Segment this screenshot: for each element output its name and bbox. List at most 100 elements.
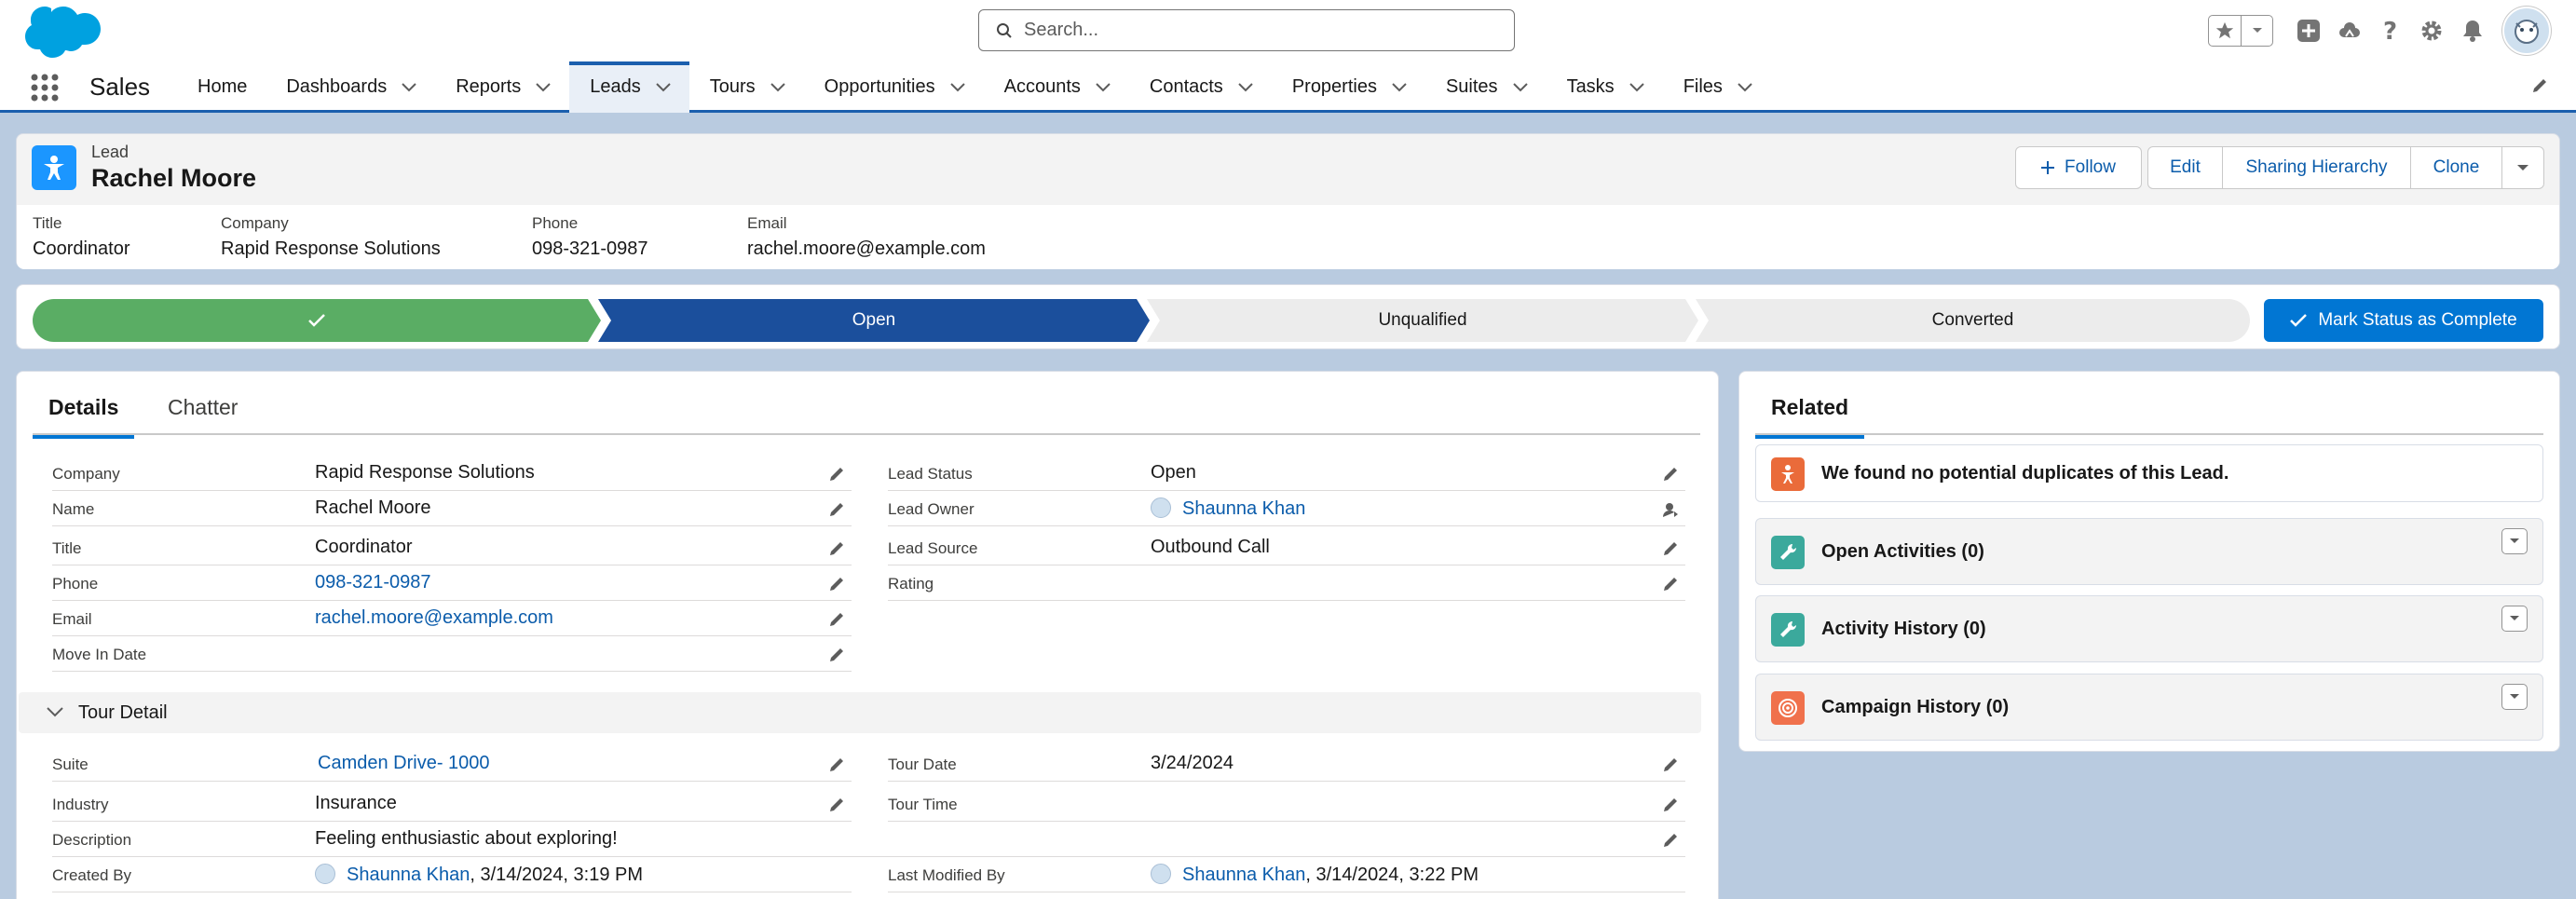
edit-button[interactable]: Edit bbox=[2147, 146, 2224, 189]
global-add-icon[interactable] bbox=[2288, 10, 2329, 51]
email-link[interactable]: rachel.moore@example.com bbox=[747, 238, 986, 260]
pencil-icon[interactable] bbox=[827, 575, 846, 593]
pencil-icon[interactable] bbox=[827, 465, 846, 484]
tab-related[interactable]: Related bbox=[1754, 395, 1865, 439]
change-owner-icon[interactable] bbox=[1661, 500, 1680, 519]
nav-item-label: Dashboards bbox=[286, 76, 388, 97]
path-stage-complete[interactable] bbox=[33, 299, 601, 342]
phone-link[interactable]: 098-321-0987 bbox=[532, 238, 648, 260]
chevron-down-icon[interactable] bbox=[1512, 76, 1528, 98]
pencil-icon[interactable] bbox=[827, 796, 846, 814]
path-stage-converted[interactable]: Converted bbox=[1696, 299, 2250, 342]
chevron-down-icon[interactable] bbox=[656, 76, 671, 98]
notifications-bell-icon[interactable] bbox=[2452, 10, 2493, 51]
field-value: Rapid Response Solutions bbox=[315, 462, 535, 483]
help-icon[interactable]: ? bbox=[2370, 10, 2411, 51]
nav-item-accounts[interactable]: Accounts bbox=[984, 61, 1129, 113]
chevron-down-icon[interactable] bbox=[1238, 76, 1253, 98]
nav-item-contacts[interactable]: Contacts bbox=[1129, 61, 1272, 113]
path-stage-open[interactable]: Open bbox=[598, 299, 1150, 342]
related-list-title[interactable]: Activity History (0) bbox=[1821, 619, 1986, 640]
pencil-icon[interactable] bbox=[827, 610, 846, 629]
chevron-down-icon[interactable] bbox=[1738, 76, 1752, 98]
field-last-modified-by: Last Modified By Shaunna Khan, 3/14/2024… bbox=[888, 857, 1685, 892]
field-lead-owner: Lead Owner Shaunna Khan bbox=[888, 491, 1685, 526]
app-launcher-icon[interactable] bbox=[30, 73, 60, 102]
modified-date: , 3/14/2024, 3:22 PM bbox=[1305, 865, 1479, 885]
pencil-icon[interactable] bbox=[1661, 831, 1680, 850]
global-header: ? bbox=[0, 0, 2576, 61]
chevron-down-icon[interactable] bbox=[1392, 76, 1407, 98]
phone-link[interactable]: 098-321-0987 bbox=[315, 572, 431, 593]
tab-chatter[interactable]: Chatter bbox=[168, 395, 238, 420]
global-search[interactable] bbox=[978, 9, 1515, 51]
chevron-down-icon[interactable] bbox=[949, 76, 965, 98]
pencil-icon[interactable] bbox=[1661, 575, 1680, 593]
more-actions-button[interactable] bbox=[2501, 146, 2544, 189]
edit-nav-pencil-icon[interactable] bbox=[2530, 76, 2549, 100]
favorites-star-icon[interactable] bbox=[2209, 16, 2241, 46]
follow-button[interactable]: Follow bbox=[2014, 146, 2142, 189]
pencil-icon[interactable] bbox=[827, 500, 846, 519]
chevron-down-icon[interactable] bbox=[1629, 76, 1644, 98]
email-link[interactable]: rachel.moore@example.com bbox=[315, 607, 553, 629]
field-label: Rating bbox=[888, 575, 934, 593]
nav-item-home[interactable]: Home bbox=[177, 61, 266, 113]
pencil-icon[interactable] bbox=[827, 756, 846, 774]
path-stage-unqualified[interactable]: Unqualified bbox=[1147, 299, 1698, 342]
nav-item-tours[interactable]: Tours bbox=[689, 61, 804, 113]
pencil-icon[interactable] bbox=[1661, 756, 1680, 774]
nav-item-suites[interactable]: Suites bbox=[1425, 61, 1547, 113]
setup-gear-icon[interactable] bbox=[2411, 10, 2452, 51]
dropdown-icon[interactable] bbox=[2501, 684, 2528, 710]
pencil-icon[interactable] bbox=[1661, 465, 1680, 484]
field-label: Move In Date bbox=[52, 646, 147, 663]
creator-link[interactable]: Shaunna Khan bbox=[347, 865, 470, 885]
duplicates-card: We found no potential duplicates of this… bbox=[1755, 444, 2543, 502]
nav-item-files[interactable]: Files bbox=[1663, 61, 1771, 113]
nav-item-properties[interactable]: Properties bbox=[1272, 61, 1425, 113]
dropdown-icon[interactable] bbox=[2501, 528, 2528, 554]
trailhead-icon[interactable] bbox=[2329, 10, 2370, 51]
modifier-link[interactable]: Shaunna Khan bbox=[1182, 865, 1305, 885]
field-tour-date: Tour Date 3/24/2024 bbox=[888, 746, 1685, 782]
related-list-title[interactable]: Campaign History (0) bbox=[1821, 697, 2009, 718]
nav-item-dashboards[interactable]: Dashboards bbox=[266, 61, 435, 113]
nav-item-tasks[interactable]: Tasks bbox=[1547, 61, 1663, 113]
pencil-icon[interactable] bbox=[827, 539, 846, 558]
field-label: Tour Date bbox=[888, 756, 957, 773]
related-card: Related We found no potential duplicates… bbox=[1738, 371, 2560, 752]
search-input[interactable] bbox=[1024, 20, 1471, 41]
chevron-down-icon bbox=[47, 707, 63, 717]
user-avatar[interactable] bbox=[2502, 7, 2551, 55]
nav-item-label: Accounts bbox=[1003, 76, 1081, 97]
field-label: Description bbox=[52, 831, 132, 849]
duplicates-icon bbox=[1771, 457, 1805, 491]
chevron-down-icon[interactable] bbox=[536, 76, 551, 98]
dropdown-icon[interactable] bbox=[2501, 606, 2528, 632]
pencil-icon[interactable] bbox=[1661, 539, 1680, 558]
chevron-down-icon[interactable] bbox=[1096, 76, 1111, 98]
favorites-dropdown-icon[interactable] bbox=[2241, 16, 2272, 46]
owner-link[interactable]: Shaunna Khan bbox=[1182, 498, 1305, 519]
nav-item-leads[interactable]: Leads bbox=[569, 61, 689, 113]
suite-link[interactable]: Camden Drive- 1000 bbox=[318, 753, 490, 774]
chevron-down-icon[interactable] bbox=[770, 76, 785, 98]
nav-item-reports[interactable]: Reports bbox=[435, 61, 569, 113]
pencil-icon[interactable] bbox=[1661, 796, 1680, 814]
field-label: Lead Source bbox=[888, 539, 978, 557]
salesforce-logo[interactable] bbox=[17, 3, 101, 59]
record-entity-label: Lead bbox=[91, 143, 129, 161]
field-label: Tour Time bbox=[888, 796, 958, 813]
pencil-icon[interactable] bbox=[827, 646, 846, 664]
tab-details[interactable]: Details bbox=[32, 395, 135, 439]
mark-status-complete-button[interactable]: Mark Status as Complete bbox=[2264, 299, 2543, 342]
tour-detail-section-header[interactable]: Tour Detail bbox=[19, 692, 1701, 733]
clone-button[interactable]: Clone bbox=[2409, 146, 2503, 189]
highlight-value: Rapid Response Solutions bbox=[221, 238, 441, 259]
related-list-title[interactable]: Open Activities (0) bbox=[1821, 541, 1984, 563]
record-actions: Follow Edit Sharing Hierarchy Clone bbox=[2014, 146, 2544, 189]
sharing-hierarchy-button[interactable]: Sharing Hierarchy bbox=[2222, 146, 2411, 189]
nav-item-opportunities[interactable]: Opportunities bbox=[804, 61, 984, 113]
chevron-down-icon[interactable] bbox=[402, 76, 416, 98]
